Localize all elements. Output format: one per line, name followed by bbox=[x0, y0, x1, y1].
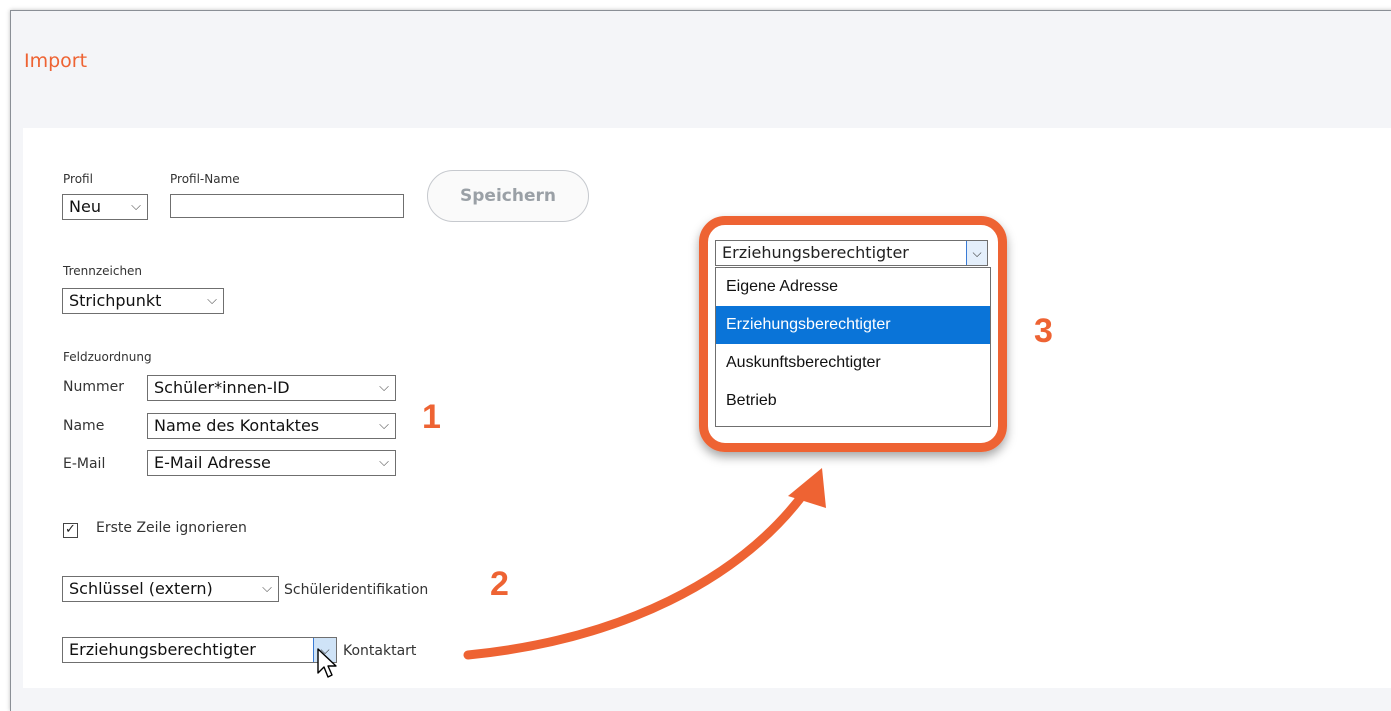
step-number-3: 3 bbox=[1034, 312, 1053, 350]
contact-type-dropdown-select[interactable]: Erziehungsberechtigter ⌵ bbox=[715, 240, 988, 266]
dropdown-option-auskunftsberechtigter[interactable]: Auskunftsberechtigter bbox=[716, 344, 990, 382]
step-number-1: 1 bbox=[422, 398, 441, 436]
dropdown-option-eigene-adresse[interactable]: Eigene Adresse bbox=[716, 268, 990, 306]
step-number-2: 2 bbox=[490, 565, 509, 603]
dropdown-option-erziehungsberechtigter[interactable]: Erziehungsberechtigter bbox=[716, 306, 990, 344]
chevron-down-icon[interactable]: ⌵ bbox=[966, 241, 987, 265]
curved-arrow-icon bbox=[463, 468, 826, 660]
dropdown-selected-value: Erziehungsberechtigter bbox=[722, 243, 909, 262]
dropdown-option-betrieb[interactable]: Betrieb bbox=[716, 382, 990, 420]
dropdown-options-list: Eigene Adresse Erziehungsberechtigter Au… bbox=[715, 267, 991, 427]
